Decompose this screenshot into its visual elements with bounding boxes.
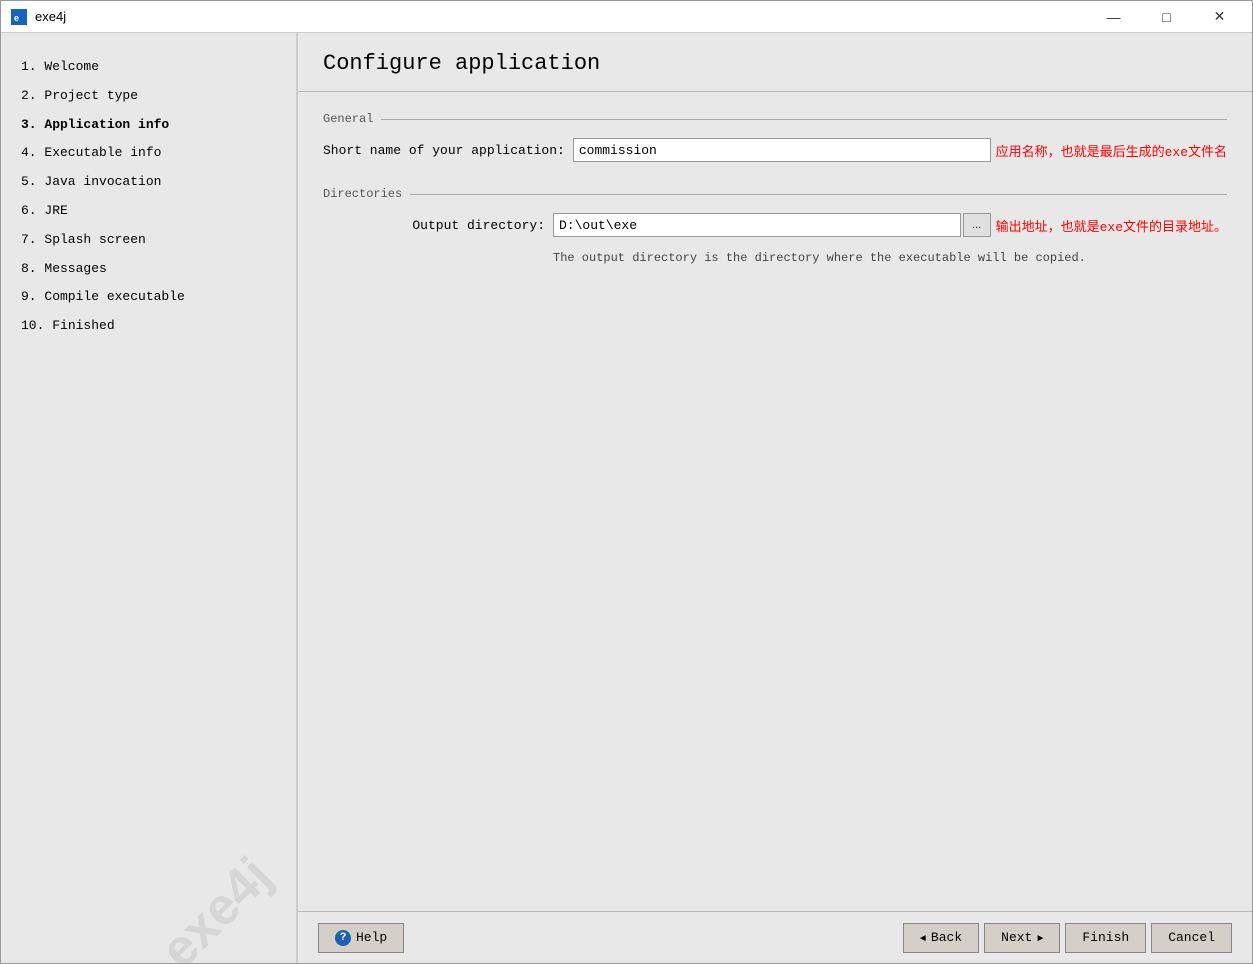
short-name-row: Short name of your application: 应用名称，也就是… — [323, 138, 1227, 162]
short-name-input[interactable] — [573, 138, 991, 162]
sidebar-item-index: 5. — [21, 174, 44, 189]
next-button[interactable]: Next — [984, 923, 1060, 953]
window: e exe4j — □ ✕ 1. Welcome 2. Project type… — [0, 0, 1253, 964]
panel-header: Configure application — [298, 33, 1252, 92]
panel-body: General Short name of your application: … — [298, 92, 1252, 911]
right-panel: Configure application General Short name… — [296, 33, 1252, 963]
cancel-label: Cancel — [1168, 930, 1215, 945]
sidebar-item-splash-screen[interactable]: 7. Splash screen — [16, 226, 281, 255]
main-content: 1. Welcome 2. Project type 3. Applicatio… — [1, 33, 1252, 963]
sidebar-nav: 1. Welcome 2. Project type 3. Applicatio… — [16, 53, 281, 943]
window-controls: — □ ✕ — [1091, 7, 1242, 27]
sidebar-item-jre[interactable]: 6. JRE — [16, 197, 281, 226]
next-label: Next — [1001, 930, 1032, 945]
sidebar-item-index: 2. — [21, 88, 44, 103]
finish-label: Finish — [1082, 930, 1129, 945]
svg-text:e: e — [14, 13, 19, 23]
app-icon: e — [11, 9, 27, 25]
sidebar-item-index: 3. — [21, 117, 44, 132]
output-dir-input[interactable] — [553, 213, 961, 237]
output-dir-annotation: 输出地址，也就是exe文件的目录地址。 — [996, 216, 1227, 235]
sidebar-item-index: 9. — [21, 289, 44, 304]
panel-title: Configure application — [323, 51, 1227, 76]
sidebar: 1. Welcome 2. Project type 3. Applicatio… — [1, 33, 296, 963]
general-section: General Short name of your application: … — [323, 112, 1227, 162]
next-arrow-icon — [1037, 930, 1043, 945]
sidebar-item-index: 4. — [21, 145, 44, 160]
minimize-button[interactable]: — — [1091, 7, 1136, 27]
browse-button[interactable]: ... — [963, 213, 991, 237]
back-arrow-icon — [920, 930, 926, 945]
close-button[interactable]: ✕ — [1197, 7, 1242, 27]
general-legend: General — [323, 112, 1227, 126]
sidebar-item-index: 1. — [21, 59, 44, 74]
cancel-button[interactable]: Cancel — [1151, 923, 1232, 953]
help-button[interactable]: ? Help — [318, 923, 404, 953]
sidebar-item-java-invocation[interactable]: 5. Java invocation — [16, 168, 281, 197]
finish-button[interactable]: Finish — [1065, 923, 1146, 953]
window-title: exe4j — [35, 9, 1091, 24]
short-name-label: Short name of your application: — [323, 143, 573, 158]
titlebar: e exe4j — □ ✕ — [1, 1, 1252, 33]
nav-buttons: Back Next Finish Cancel — [903, 923, 1232, 953]
sidebar-item-project-type[interactable]: 2. Project type — [16, 82, 281, 111]
sidebar-item-executable-info[interactable]: 4. Executable info — [16, 139, 281, 168]
sidebar-item-index: 7. — [21, 232, 44, 247]
sidebar-item-finished[interactable]: 10. Finished — [16, 312, 281, 341]
maximize-button[interactable]: □ — [1144, 7, 1189, 27]
help-icon: ? — [335, 930, 351, 946]
short-name-annotation: 应用名称，也就是最后生成的exe文件名 — [996, 141, 1227, 160]
output-dir-row: Output directory: ... 输出地址，也就是exe文件的目录地址… — [323, 213, 1227, 237]
output-dir-label: Output directory: — [323, 218, 553, 233]
sidebar-item-index: 10. — [21, 318, 52, 333]
sidebar-item-messages[interactable]: 8. Messages — [16, 255, 281, 284]
directories-section: Directories Output directory: ... 输出地址，也… — [323, 187, 1227, 265]
help-label: Help — [356, 930, 387, 945]
sidebar-item-application-info[interactable]: 3. Application info — [16, 111, 281, 140]
sidebar-item-index: 6. — [21, 203, 44, 218]
output-dir-hint: The output directory is the directory wh… — [553, 247, 1227, 265]
back-button[interactable]: Back — [903, 923, 979, 953]
back-label: Back — [931, 930, 962, 945]
sidebar-item-compile-executable[interactable]: 9. Compile executable — [16, 283, 281, 312]
sidebar-item-index: 8. — [21, 261, 44, 276]
bottom-bar: ? Help Back Next Finish — [298, 911, 1252, 963]
sidebar-item-welcome[interactable]: 1. Welcome — [16, 53, 281, 82]
directories-legend: Directories — [323, 187, 1227, 201]
output-dir-input-group: ... — [553, 213, 991, 237]
